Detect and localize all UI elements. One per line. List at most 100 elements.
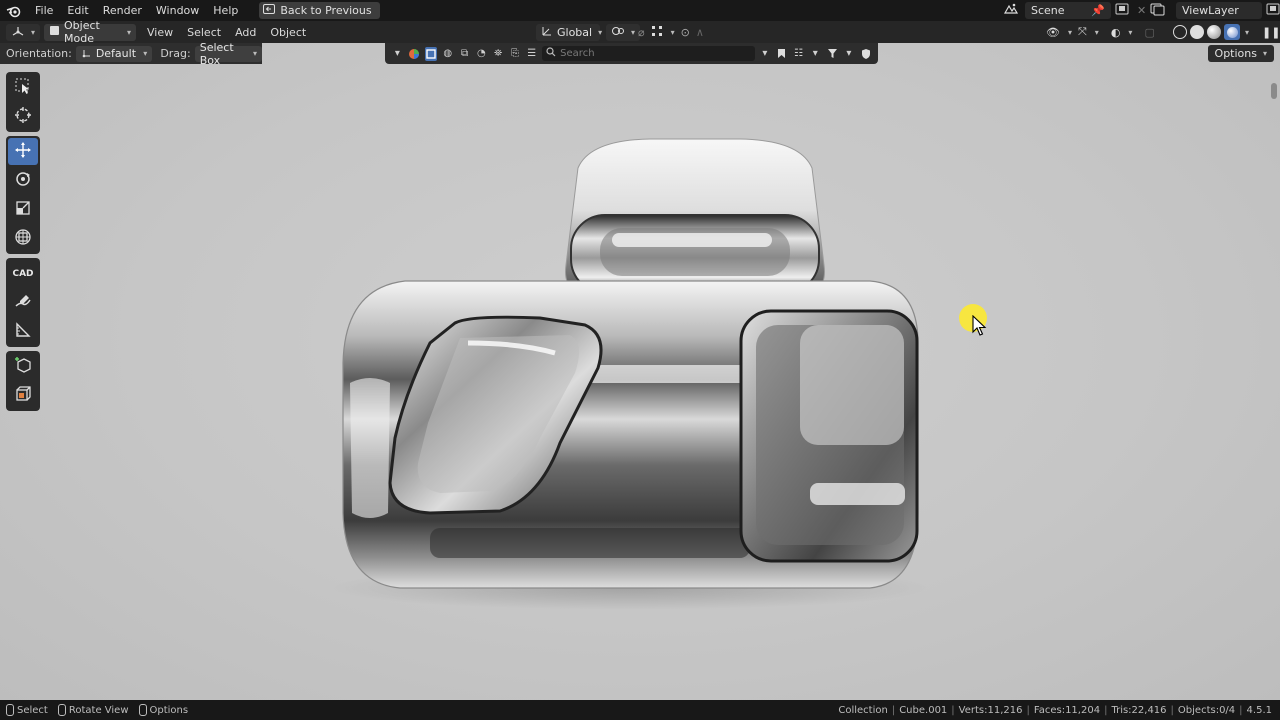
- status-hint-options: Options: [138, 704, 188, 716]
- status-hint-select: Select: [6, 704, 48, 716]
- annotate-pen-icon: [14, 292, 32, 313]
- object-filter-icon[interactable]: [424, 46, 438, 61]
- menu-edit[interactable]: Edit: [60, 0, 95, 21]
- back-icon: [263, 4, 276, 17]
- ruler-icon: [14, 321, 32, 342]
- annotate-tool[interactable]: [8, 289, 38, 316]
- menu-render[interactable]: Render: [96, 0, 149, 21]
- mesh-tool[interactable]: [8, 382, 38, 409]
- menu-window[interactable]: Window: [149, 0, 206, 21]
- left-mouse-icon: [6, 704, 14, 716]
- 3d-viewport[interactable]: ▾ ◍ ⧉ ◔ ⛯ ⎘ ☰ Search ▾ ☷ ▾ ▾ Options ▾ C…: [0, 43, 1280, 700]
- cad-tool[interactable]: CAD: [8, 260, 38, 287]
- chevron-down-icon[interactable]: ▾: [842, 47, 855, 61]
- pause-icon[interactable]: ❚❚: [1262, 26, 1280, 39]
- proportional-editing-icon[interactable]: ⊙: [681, 26, 690, 39]
- chevron-down-icon[interactable]: ▾: [759, 47, 772, 61]
- chevron-down-icon: ▾: [1245, 27, 1250, 37]
- material-preview-icon[interactable]: [1207, 25, 1221, 39]
- move-tool[interactable]: [8, 138, 38, 165]
- bookmark-icon[interactable]: [775, 47, 788, 61]
- stat-objects: Objects:0/4: [1177, 704, 1236, 716]
- chevron-down-icon: ▾: [670, 27, 675, 37]
- stat-tris: Tris:22,416: [1111, 704, 1167, 716]
- menu-object[interactable]: Object: [263, 26, 313, 39]
- falloff-icon[interactable]: ∧: [696, 26, 704, 39]
- cad-label: CAD: [12, 268, 34, 279]
- pivot-point-selector[interactable]: ▾: [606, 23, 641, 41]
- add-cube-tool[interactable]: [8, 353, 38, 380]
- stat-version: 4.5.1: [1246, 704, 1272, 716]
- transform-tool[interactable]: [8, 225, 38, 252]
- orientation-dropdown[interactable]: Default ▾: [75, 45, 153, 62]
- blender-logo-icon[interactable]: [0, 0, 28, 21]
- search-input[interactable]: Search: [542, 46, 755, 61]
- solid-shading-icon[interactable]: [1190, 25, 1204, 39]
- scale-tool[interactable]: [8, 196, 38, 223]
- chevron-down-icon[interactable]: ▾: [391, 47, 404, 61]
- menu-help[interactable]: Help: [206, 0, 245, 21]
- cursor-tool[interactable]: [8, 103, 38, 130]
- pin-icon[interactable]: 📌: [1091, 4, 1105, 17]
- stat-faces: Faces:11,204: [1033, 704, 1101, 716]
- scene-statistics: Collection | Cube.001 | Verts:11,216 | F…: [838, 704, 1272, 716]
- tool-shelf: CAD: [6, 72, 40, 415]
- menu-add[interactable]: Add: [228, 26, 263, 39]
- viewport-overlay-toolbar: ▾ ◍ ⧉ ◔ ⛯ ⎘ ☰ Search ▾ ☷ ▾ ▾: [385, 43, 878, 64]
- constraint-icon[interactable]: ☰: [525, 47, 538, 61]
- rotate-tool[interactable]: [8, 167, 38, 194]
- scene-selector[interactable]: Scene 📌 ✕: [1003, 2, 1146, 19]
- chrome-object-render[interactable]: [0, 43, 1280, 700]
- tool-settings-bar: Orientation: Default ▾ Drag: Select Box …: [0, 41, 262, 67]
- camera-icon[interactable]: ⎘: [509, 47, 522, 61]
- filter-icon[interactable]: [826, 47, 839, 61]
- select-box-tool[interactable]: [8, 74, 38, 101]
- options-button[interactable]: Options ▾: [1207, 45, 1274, 62]
- sort-list-icon[interactable]: ☷: [792, 47, 805, 61]
- mesh-cube-icon: [14, 385, 32, 406]
- new-scene-icon[interactable]: [1115, 3, 1129, 18]
- shading-icon[interactable]: ◔: [475, 47, 488, 61]
- back-to-previous-label: Back to Previous: [280, 4, 372, 17]
- drag-dropdown[interactable]: Select Box ▾: [194, 41, 262, 67]
- gizmo-icon[interactable]: ⤧: [1078, 25, 1087, 39]
- viewport-scrollbar[interactable]: [1271, 83, 1277, 99]
- transform-orientation-selector[interactable]: Global ▾: [536, 23, 603, 41]
- snap-target-icon[interactable]: [651, 25, 663, 40]
- mouse-pointer-icon: [972, 315, 987, 336]
- menu-view[interactable]: View: [140, 26, 180, 39]
- delete-scene-icon[interactable]: ✕: [1137, 4, 1146, 17]
- color-picker-icon[interactable]: [408, 47, 421, 61]
- xray-icon[interactable]: ▢: [1144, 26, 1154, 39]
- menu-file[interactable]: File: [28, 0, 60, 21]
- new-view-layer-icon[interactable]: [1266, 3, 1280, 18]
- shield-icon[interactable]: [859, 47, 872, 61]
- viewport-display-group: 👁 ▾ ⤧ ▾ ◐ ▾ ▢: [1046, 25, 1155, 39]
- rendered-shading-icon[interactable]: [1224, 24, 1240, 40]
- editor-type-button[interactable]: ▾: [6, 23, 41, 41]
- select-box-icon: [14, 77, 32, 98]
- scene-icon: [1003, 2, 1025, 19]
- view-layer-selector[interactable]: ViewLayer ✕: [1150, 2, 1280, 19]
- chevron-down-icon: ▾: [1128, 27, 1133, 37]
- snap-magnet-icon[interactable]: ⌀: [638, 26, 645, 39]
- mode-selector[interactable]: Object Mode ▾: [44, 19, 137, 45]
- chevron-down-icon[interactable]: ▾: [809, 47, 822, 61]
- measure-tool[interactable]: [8, 318, 38, 345]
- orientation-value: Default: [95, 47, 137, 60]
- stat-collection: Collection: [838, 704, 888, 716]
- menu-select[interactable]: Select: [180, 26, 228, 39]
- scene-name-field[interactable]: Scene 📌: [1025, 2, 1111, 19]
- sphere-icon[interactable]: ◍: [441, 47, 454, 61]
- overlays-icon[interactable]: ◐: [1111, 26, 1121, 39]
- drag-value: Select Box: [199, 40, 234, 67]
- mesh-icon[interactable]: ⧉: [458, 47, 471, 61]
- back-to-previous-button[interactable]: Back to Previous: [259, 2, 380, 19]
- scale-icon: [14, 199, 32, 220]
- wireframe-shading-icon[interactable]: [1173, 25, 1187, 39]
- chevron-down-icon: ▾: [598, 27, 603, 37]
- armature-icon[interactable]: ⛯: [492, 47, 505, 61]
- visibility-icon[interactable]: 👁: [1046, 26, 1060, 39]
- view-layer-name-field[interactable]: ViewLayer: [1176, 2, 1262, 19]
- pivot-icon: [611, 25, 625, 40]
